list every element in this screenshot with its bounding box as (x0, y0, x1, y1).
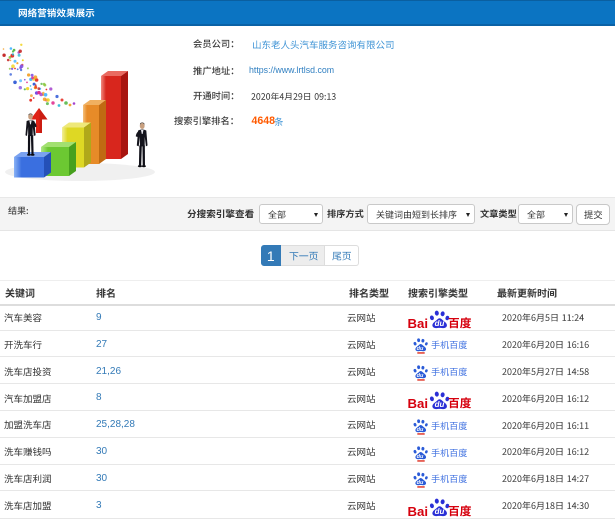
svg-text:du: du (435, 400, 445, 409)
svg-text:du: du (435, 319, 445, 328)
svg-text:du: du (416, 426, 423, 432)
svg-text:du: du (416, 480, 423, 486)
svg-text:du: du (416, 453, 423, 459)
svg-text:du: du (416, 373, 423, 379)
svg-text:du: du (416, 346, 423, 352)
svg-text:du: du (435, 507, 445, 516)
